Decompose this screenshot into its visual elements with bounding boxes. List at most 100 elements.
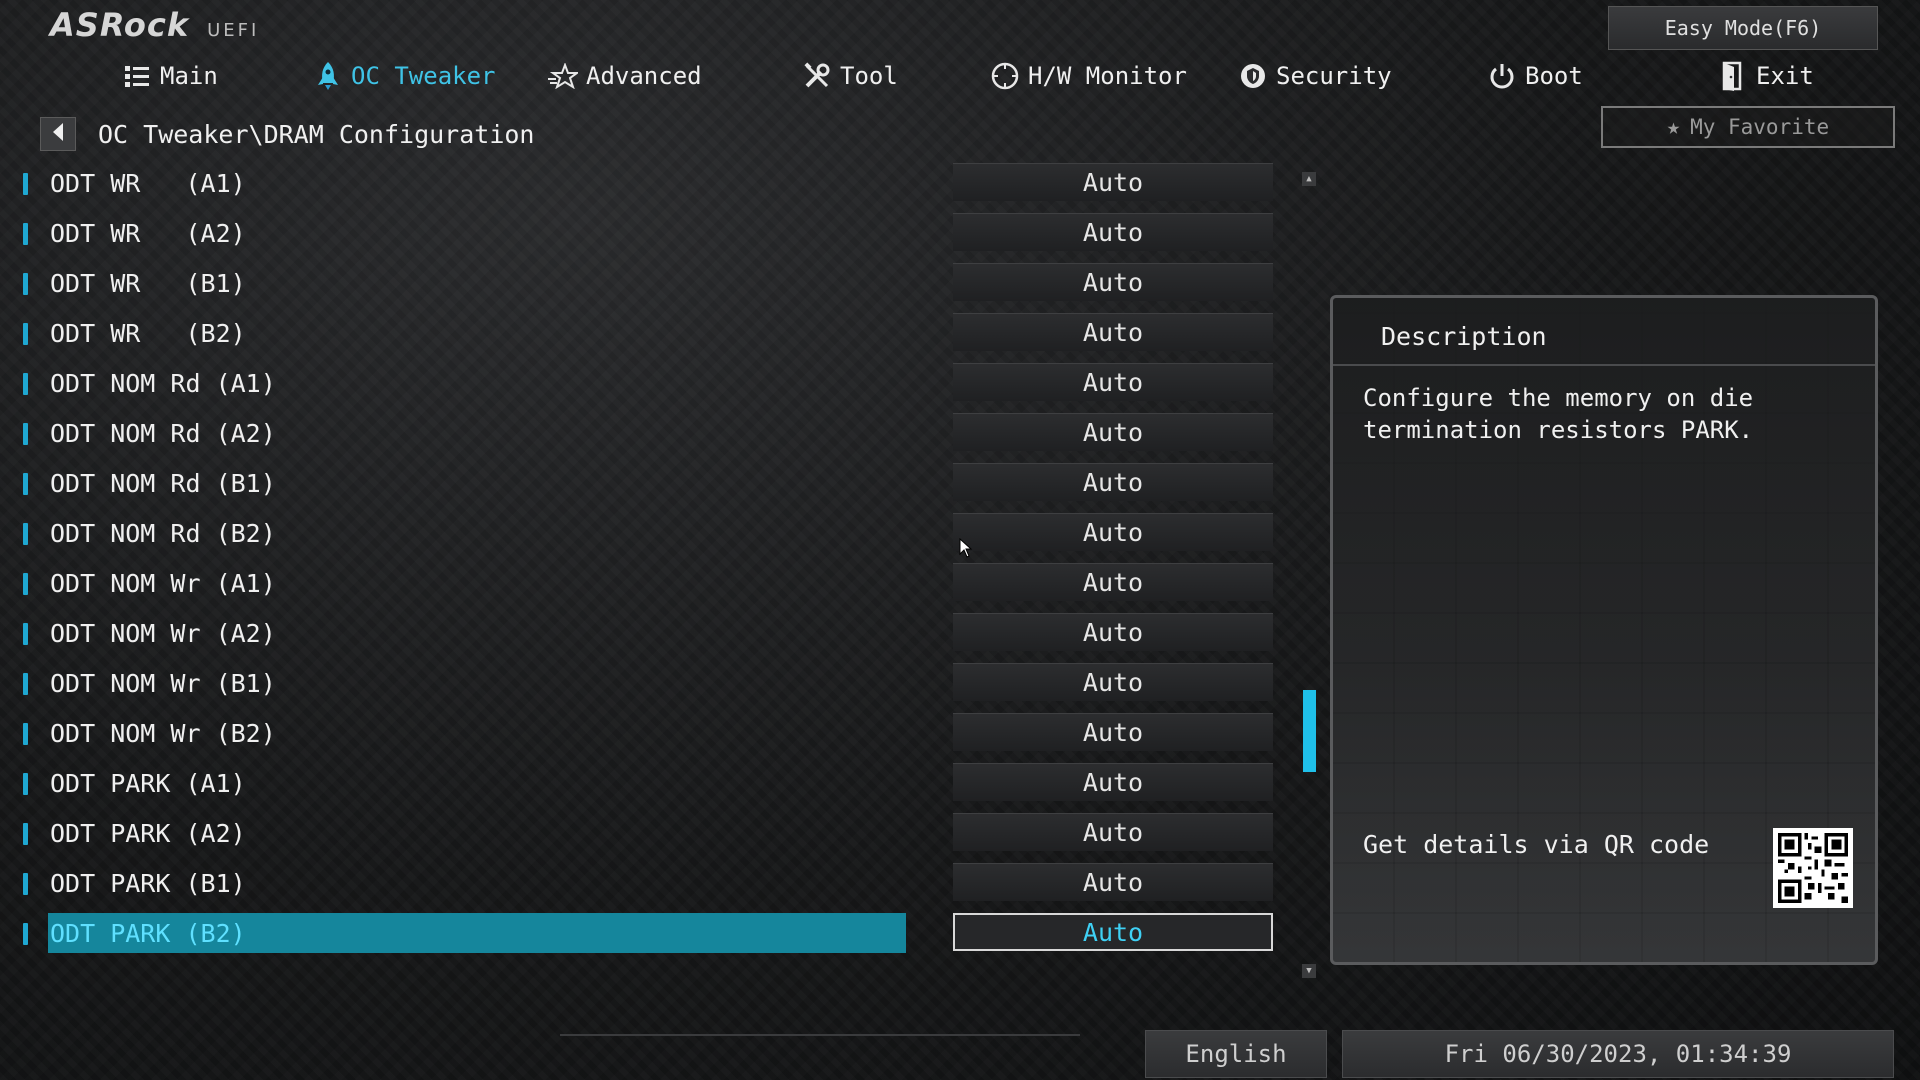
date-time-display: Fri 06/30/2023, 01:34:39	[1342, 1030, 1894, 1078]
setting-row[interactable]: ODT PARK (A2) Auto	[0, 813, 1290, 855]
back-arrow-icon	[50, 122, 66, 146]
setting-value-dropdown[interactable]: Auto	[953, 413, 1273, 451]
row-marker	[23, 273, 28, 295]
setting-value-dropdown[interactable]: Auto	[953, 563, 1273, 601]
setting-row[interactable]: ODT NOM Rd (B1) Auto	[0, 463, 1290, 505]
setting-row[interactable]: ODT WR (B2) Auto	[0, 313, 1290, 355]
setting-row[interactable]: ODT WR (B1) Auto	[0, 263, 1290, 305]
easy-mode-button[interactable]: Easy Mode(F6)	[1608, 6, 1878, 50]
my-favorite-button[interactable]: ★ My Favorite	[1601, 106, 1895, 148]
tab-oc-tweaker-label: OC Tweaker	[351, 62, 496, 90]
setting-label: ODT NOM Rd (B1)	[50, 468, 276, 498]
tab-main-label: Main	[160, 62, 218, 90]
setting-label-area[interactable]: ODT WR (B1)	[48, 263, 906, 303]
setting-value-dropdown[interactable]: Auto	[953, 363, 1273, 401]
setting-row[interactable]: ODT PARK (B1) Auto	[0, 863, 1290, 905]
setting-label-area[interactable]: ODT NOM Rd (A2)	[48, 413, 906, 453]
setting-value-dropdown[interactable]: Auto	[953, 213, 1273, 251]
tab-advanced-label: Advanced	[586, 62, 702, 90]
setting-label-area[interactable]: ODT PARK (A2)	[48, 813, 906, 853]
setting-value-dropdown[interactable]: Auto	[953, 863, 1273, 901]
row-marker	[23, 173, 28, 195]
setting-row[interactable]: ODT NOM Wr (B2) Auto	[0, 713, 1290, 755]
setting-label: ODT NOM Rd (A2)	[50, 418, 276, 448]
scroll-thumb[interactable]	[1303, 690, 1316, 772]
tab-boot[interactable]: Boot	[1487, 52, 1583, 100]
setting-label-area[interactable]: ODT NOM Wr (B2)	[48, 713, 906, 753]
bottom-decor-line	[560, 1034, 1080, 1036]
setting-row[interactable]: ODT NOM Wr (A2) Auto	[0, 613, 1290, 655]
description-panel: Description Configure the memory on die …	[1330, 295, 1878, 965]
setting-row[interactable]: ODT NOM Rd (A1) Auto	[0, 363, 1290, 405]
setting-label-area[interactable]: ODT PARK (A1)	[48, 763, 906, 803]
exit-door-icon	[1718, 61, 1748, 91]
favorite-star-icon: ★	[1666, 114, 1681, 140]
tab-hw-monitor[interactable]: H/W Monitor	[990, 52, 1187, 100]
setting-label-area[interactable]: ODT WR (A1)	[48, 163, 906, 203]
setting-label-area[interactable]: ODT NOM Wr (A2)	[48, 613, 906, 653]
tab-tool[interactable]: Tool	[802, 52, 898, 100]
setting-row[interactable]: ODT WR (A2) Auto	[0, 213, 1290, 255]
setting-row[interactable]: ODT PARK (A1) Auto	[0, 763, 1290, 805]
row-marker	[23, 573, 28, 595]
tab-advanced[interactable]: Advanced	[548, 52, 702, 100]
setting-value-dropdown[interactable]: Auto	[953, 463, 1273, 501]
setting-label: ODT NOM Rd (B2)	[50, 518, 276, 548]
description-title: Description	[1381, 322, 1547, 351]
language-button[interactable]: English	[1145, 1030, 1327, 1078]
setting-row[interactable]: ODT NOM Wr (B1) Auto	[0, 663, 1290, 705]
setting-label: ODT NOM Wr (B2)	[50, 718, 276, 748]
list-icon	[122, 61, 152, 91]
main-nav: Main OC Tweaker Advanced Tool H/W Monito…	[0, 52, 1920, 100]
setting-label-area[interactable]: ODT PARK (B1)	[48, 863, 906, 903]
setting-value-dropdown[interactable]: Auto	[953, 263, 1273, 301]
scroll-down-icon[interactable]: ▼	[1302, 964, 1316, 978]
setting-label-area[interactable]: ODT NOM Wr (A1)	[48, 563, 906, 603]
setting-label: ODT PARK (B2)	[50, 918, 246, 948]
row-marker	[23, 873, 28, 895]
tab-exit[interactable]: Exit	[1718, 52, 1814, 100]
back-button[interactable]	[40, 117, 76, 151]
tab-main[interactable]: Main	[122, 52, 218, 100]
shield-icon	[1238, 61, 1268, 91]
setting-label-area[interactable]: ODT WR (B2)	[48, 313, 906, 353]
tab-exit-label: Exit	[1756, 62, 1814, 90]
setting-label: ODT WR (B1)	[50, 268, 246, 298]
row-marker	[23, 723, 28, 745]
setting-label: ODT NOM Wr (A1)	[50, 568, 276, 598]
tab-security[interactable]: Security	[1238, 52, 1392, 100]
setting-value-dropdown[interactable]: Auto	[953, 513, 1273, 551]
setting-row[interactable]: ODT NOM Rd (A2) Auto	[0, 413, 1290, 455]
setting-row[interactable]: ODT WR (A1) Auto	[0, 163, 1290, 205]
setting-label-area[interactable]: ODT NOM Wr (B1)	[48, 663, 906, 703]
scroll-up-icon[interactable]: ▲	[1302, 172, 1316, 186]
setting-value-dropdown[interactable]: Auto	[953, 313, 1273, 351]
row-marker	[23, 623, 28, 645]
my-favorite-label: My Favorite	[1690, 115, 1830, 139]
setting-row[interactable]: ODT NOM Wr (A1) Auto	[0, 563, 1290, 605]
row-marker	[23, 473, 28, 495]
setting-label-area[interactable]: ODT NOM Rd (B2)	[48, 513, 906, 553]
setting-value-dropdown[interactable]: Auto	[953, 663, 1273, 701]
setting-value-dropdown[interactable]: Auto	[953, 713, 1273, 751]
setting-label-area[interactable]: ODT NOM Rd (A1)	[48, 363, 906, 403]
setting-value-dropdown[interactable]: Auto	[953, 613, 1273, 651]
setting-value-dropdown[interactable]: Auto	[953, 813, 1273, 851]
mouse-cursor-icon	[959, 538, 973, 558]
row-marker	[23, 373, 28, 395]
setting-value-dropdown[interactable]: Auto	[953, 163, 1273, 201]
setting-label: ODT NOM Wr (B1)	[50, 668, 276, 698]
setting-label: ODT PARK (A1)	[50, 768, 246, 798]
setting-row-selected[interactable]: ODT PARK (B2) Auto	[0, 913, 1290, 955]
setting-row[interactable]: ODT NOM Rd (B2) Auto	[0, 513, 1290, 555]
setting-label-area[interactable]: ODT NOM Rd (B1)	[48, 463, 906, 503]
setting-label-area[interactable]: ODT PARK (B2)	[48, 913, 906, 953]
tab-oc-tweaker[interactable]: OC Tweaker	[313, 52, 496, 100]
setting-value-dropdown[interactable]: Auto	[953, 913, 1273, 951]
breadcrumb-path: OC Tweaker\DRAM Configuration	[98, 119, 535, 149]
setting-value-dropdown[interactable]: Auto	[953, 763, 1273, 801]
settings-scrollbar[interactable]: ▲ ▼	[1300, 170, 1320, 980]
row-marker	[23, 223, 28, 245]
row-marker	[23, 523, 28, 545]
setting-label-area[interactable]: ODT WR (A2)	[48, 213, 906, 253]
